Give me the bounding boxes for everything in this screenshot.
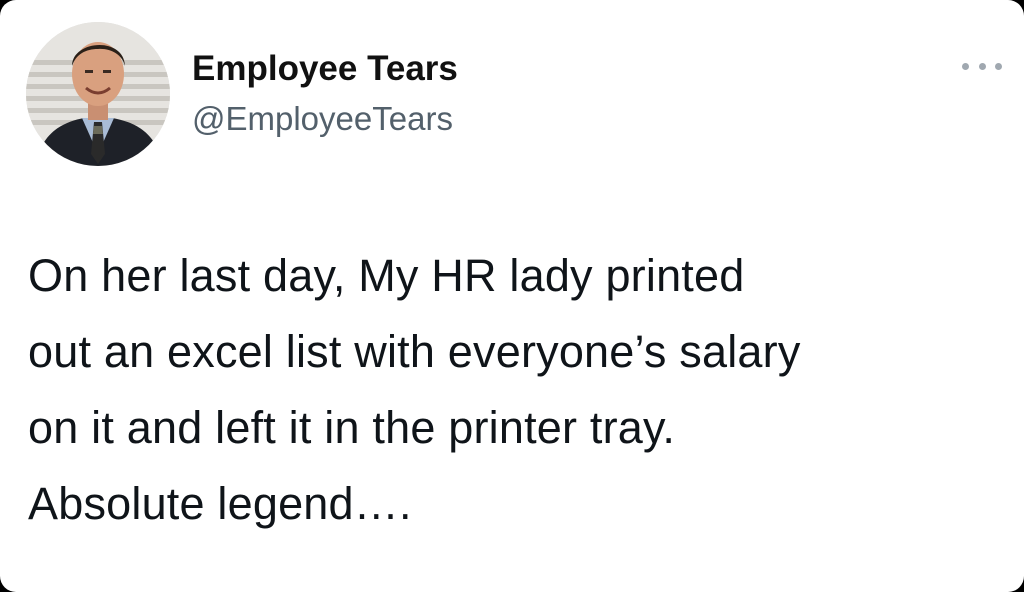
- avatar[interactable]: [26, 22, 170, 166]
- more-options-icon[interactable]: [962, 56, 1002, 76]
- tweet-text: On her last day, My HR lady printed out …: [28, 238, 1013, 542]
- tweet-card: Employee Tears @EmployeeTears On her las…: [0, 0, 1024, 592]
- display-name[interactable]: Employee Tears: [192, 49, 458, 89]
- tweet-line: Absolute legend….: [28, 478, 412, 529]
- ellipsis-dot: [962, 62, 969, 70]
- tweet-line: out an excel list with everyone’s salary: [28, 326, 801, 377]
- tweet-line: On her last day, My HR lady printed: [28, 250, 745, 301]
- ellipsis-dot: [978, 62, 986, 70]
- ellipsis-dot: [995, 62, 1002, 70]
- account-handle[interactable]: @EmployeeTears: [192, 99, 453, 139]
- tweet-line: on it and left it in the printer tray.: [28, 402, 676, 453]
- profile-photo-icon: [26, 22, 170, 166]
